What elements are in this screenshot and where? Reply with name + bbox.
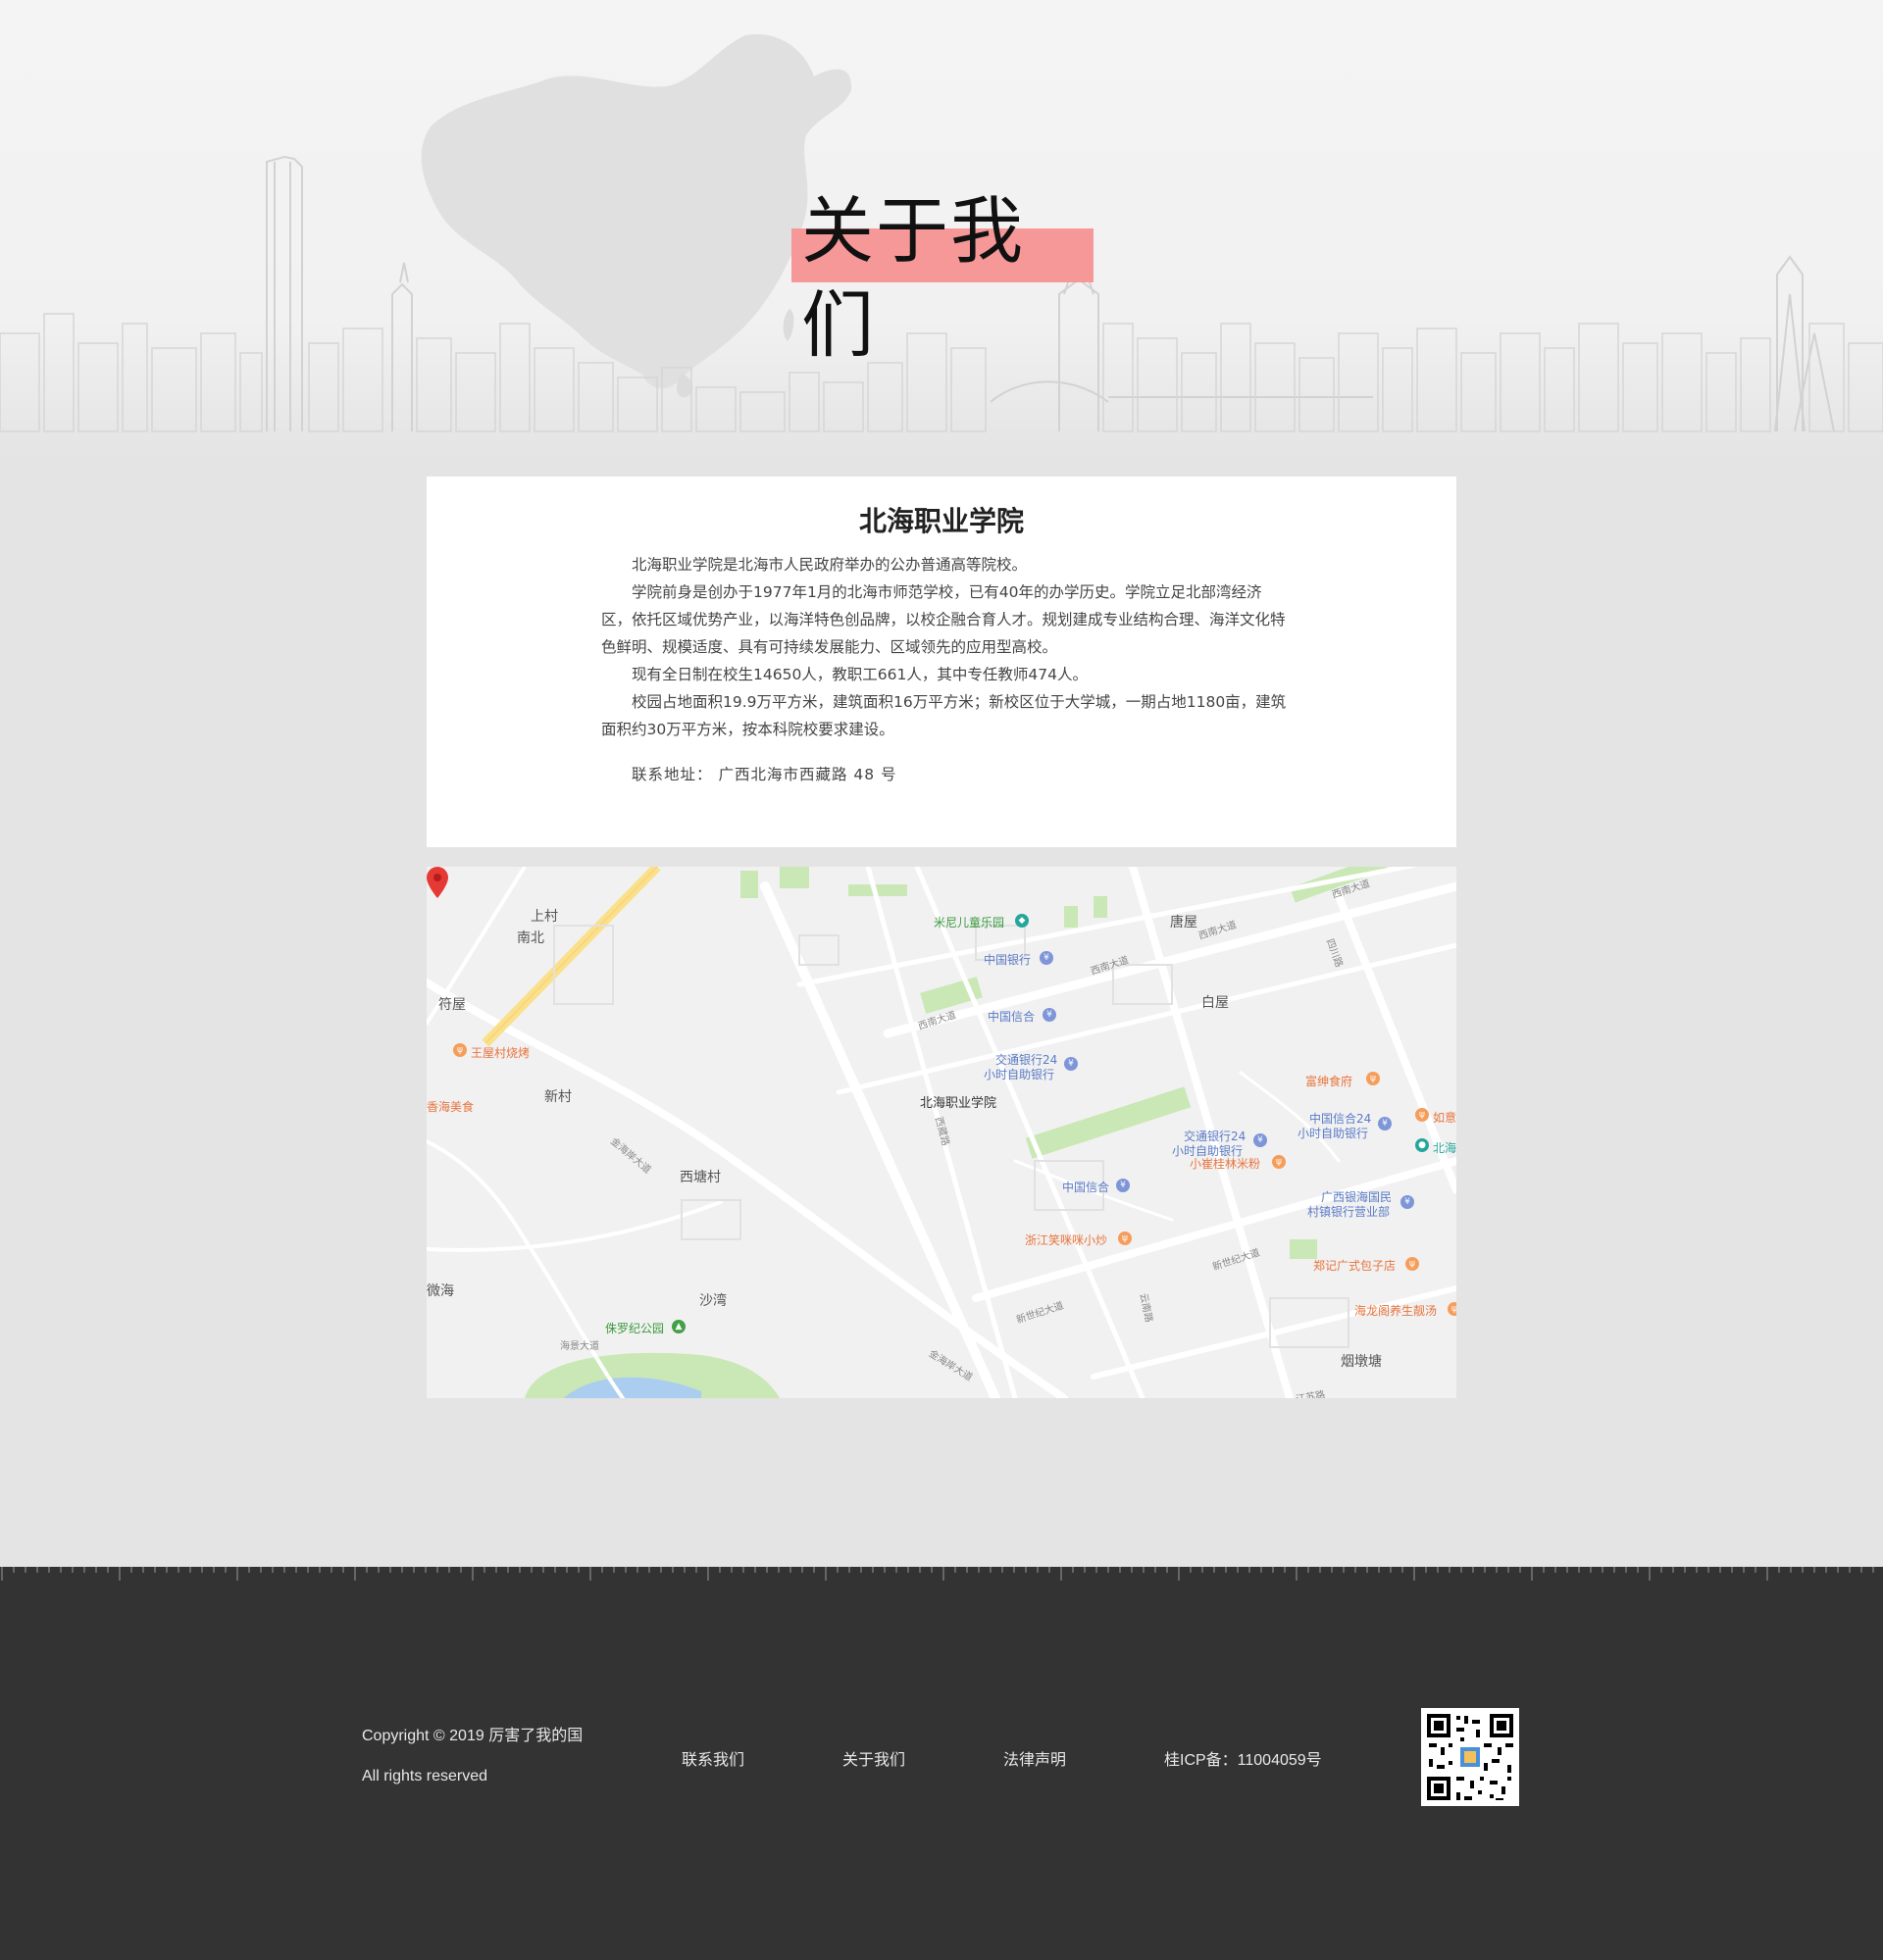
bank-icon: ¥ — [1116, 1179, 1130, 1192]
bank-icon: ¥ — [1064, 1057, 1078, 1071]
map-place-label: 新村 — [544, 1089, 572, 1105]
hero-title-group: 关于我们 — [791, 184, 1094, 368]
map-poi-label: 中国信合 — [1062, 1181, 1110, 1194]
map-poi-label: 中国银行 — [984, 953, 1032, 967]
bank-icon: ¥ — [1378, 1117, 1392, 1131]
map-place-label: 微海 — [427, 1283, 454, 1299]
qr-code-image — [1427, 1714, 1513, 1800]
park-icon: ▲ — [672, 1320, 686, 1333]
map-place-label: 南北 — [517, 930, 544, 946]
map-poi-label: 小时自助银行 — [1298, 1127, 1369, 1140]
restaurant-icon: ψ — [1405, 1257, 1419, 1271]
restaurant-icon: ψ — [1118, 1231, 1132, 1245]
bank-icon: ¥ — [1253, 1133, 1267, 1147]
bank-icon: ¥ — [1043, 1008, 1056, 1022]
address-value: 广西北海市西藏路 48 号 — [718, 766, 897, 783]
restaurant-icon: ψ — [453, 1043, 467, 1057]
footer-link-contact[interactable]: 联系我们 — [682, 1746, 744, 1770]
map-poi-label: 浙江笑咪咪小炒 — [1025, 1233, 1108, 1247]
bank-icon: ¥ — [1040, 951, 1053, 965]
restaurant-icon: ψ — [1448, 1302, 1456, 1316]
map-place-label: 符屋 — [438, 997, 466, 1013]
ruler-tick-border — [1, 1567, 1874, 1581]
map-marker-label: 北海职业学院 — [920, 1096, 997, 1111]
restaurant-icon: ψ — [1366, 1072, 1380, 1085]
map-poi-label: 郑记广式包子店 — [1313, 1259, 1397, 1273]
description-paragraph: 现有全日制在校生14650人，教职工661人，其中专任教师474人。 — [632, 666, 1088, 683]
description-paragraph: 学院前身是创办于1977年1月的北海市师范学校，已有40年的办学历史。学院立足北… — [601, 583, 1286, 656]
page-footer: Copyright © 2019 厉害了我的国 All rights reser… — [0, 1567, 1883, 1960]
map-poi-label: 侏罗纪公园 — [605, 1322, 665, 1335]
map-poi-label: 小崔桂林米粉 — [1189, 1157, 1260, 1171]
map-place-label: 沙湾 — [699, 1293, 727, 1309]
copyright-text: Copyright © 2019 厉害了我的国 — [362, 1728, 584, 1744]
map-place-label: 上村 — [531, 909, 558, 925]
description-paragraph: 校园占地面积19.9万平方米，建筑面积16万平方米；新校区位于大学城，一期占地1… — [601, 693, 1287, 738]
map-road-label: 海景大道 — [560, 1341, 599, 1352]
map-poi-label: 村镇银行营业部 — [1307, 1205, 1391, 1219]
footer-link-about[interactable]: 关于我们 — [842, 1746, 905, 1770]
school-description: 北海职业学院是北海市人民政府举办的公办普通高等院校。 学院前身是创办于1977年… — [601, 551, 1288, 788]
map-place-label: 白屋 — [1201, 995, 1229, 1011]
map-place-label: 西塘村 — [680, 1170, 721, 1185]
qr-code — [1421, 1708, 1519, 1806]
map-poi-label: 富绅食府 — [1305, 1075, 1353, 1088]
location-icon: ● — [1415, 1138, 1429, 1152]
school-name: 北海职业学院 — [858, 505, 1024, 537]
address-label: 联系地址： — [632, 766, 713, 783]
contact-address: 联系地址： 广西北海市西藏路 48 号 — [601, 761, 1288, 788]
footer-link-legal[interactable]: 法律声明 — [1003, 1746, 1066, 1770]
map-poi-label: 王屋村烧烤 — [471, 1046, 531, 1060]
hero-banner: 关于我们 — [0, 0, 1883, 456]
bank-icon: ¥ — [1400, 1195, 1414, 1209]
map-place-label: 烟墩塘 — [1341, 1354, 1382, 1370]
map-poi-label: 米尼儿童乐园 — [934, 916, 1005, 930]
location-pin-icon[interactable] — [427, 867, 448, 898]
location-map[interactable]: 上村 南北 符屋 新村 西塘村 沙湾 唐屋 白屋 烟墩塘 微海 米尼儿童乐园 ◆… — [427, 867, 1456, 1398]
page-title: 关于我们 — [801, 189, 1025, 368]
map-poi-label: 海龙阁养生靓汤 — [1354, 1304, 1438, 1318]
map-poi-label: 如意 — [1433, 1111, 1456, 1125]
restaurant-icon: ψ — [1415, 1108, 1429, 1122]
rights-text: All rights reserved — [362, 1768, 488, 1784]
restaurant-icon: ψ — [1272, 1155, 1286, 1169]
amusement-park-icon: ◆ — [1015, 914, 1029, 928]
map-poi-label: 香海美食 — [427, 1100, 475, 1114]
description-paragraph: 北海职业学院是北海市人民政府举办的公办普通高等院校。 — [632, 556, 1028, 574]
school-info-card: 北海职业学院 北海职业学院是北海市人民政府举办的公办普通高等院校。 学院前身是创… — [427, 477, 1456, 847]
icp-record: 桂ICP备：11004059号 — [1164, 1752, 1322, 1769]
map-place-label: 唐屋 — [1170, 915, 1197, 930]
map-poi-label: 小时自助银行 — [984, 1068, 1055, 1081]
map-poi-label: 北海 — [1433, 1141, 1456, 1155]
map-poi-label: 中国信合 — [988, 1010, 1036, 1024]
